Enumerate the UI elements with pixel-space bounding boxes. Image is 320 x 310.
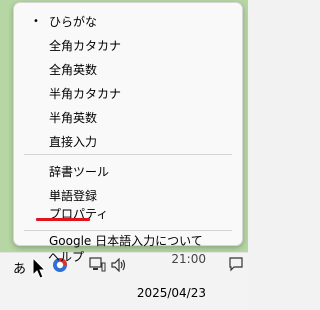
menu-item-fullwidth-katakana[interactable]: 全角カタカナ: [14, 35, 242, 57]
ime-mode-indicator[interactable]: あ: [13, 258, 26, 277]
clock-time[interactable]: 21:00: [171, 252, 206, 266]
menu-item-label: 全角カタカナ: [49, 39, 122, 53]
menu-item-direct-input[interactable]: 直接入力: [14, 131, 242, 153]
menu-separator: [24, 230, 232, 231]
menu-item-label: 単語登録: [49, 189, 98, 203]
menu-item-help-label[interactable]: ヘルプ: [48, 250, 84, 264]
selected-bullet-icon: •: [33, 16, 39, 27]
menu-item-label: 辞書ツール: [49, 165, 110, 179]
menu-item-properties[interactable]: プロパティ: [14, 203, 242, 225]
menu-item-label: 直接入力: [49, 135, 98, 149]
clock-date[interactable]: 2025/04/23: [137, 286, 206, 300]
menu-item-label: ひらがな: [49, 15, 98, 29]
menu-item-hiragana[interactable]: • ひらがな: [14, 11, 242, 33]
mouse-cursor-icon: [32, 257, 46, 279]
menu-item-halfwidth-katakana[interactable]: 半角カタカナ: [14, 83, 242, 105]
menu-item-dictionary-tool[interactable]: 辞書ツール: [14, 161, 242, 183]
highlight-underline: [36, 218, 90, 221]
ime-context-menu: • ひらがな 全角カタカナ 全角英数 半角カタカナ 半角英数 直接入力 辞書ツー…: [13, 2, 243, 248]
menu-item-label: 半角英数: [49, 111, 98, 125]
menu-item-label: 全角英数: [49, 63, 98, 77]
network-icon[interactable]: [88, 257, 106, 273]
menu-item-about[interactable]: Google 日本語入力について: [14, 232, 242, 250]
menu-item-halfwidth-alphanumeric[interactable]: 半角英数: [14, 107, 242, 129]
menu-item-label: Google 日本語入力について: [49, 234, 203, 248]
menu-item-label: 半角カタカナ: [49, 87, 122, 101]
menu-item-fullwidth-alphanumeric[interactable]: 全角英数: [14, 59, 242, 81]
volume-icon[interactable]: [110, 258, 128, 272]
notification-icon[interactable]: [228, 256, 244, 272]
menu-separator: [24, 154, 232, 155]
